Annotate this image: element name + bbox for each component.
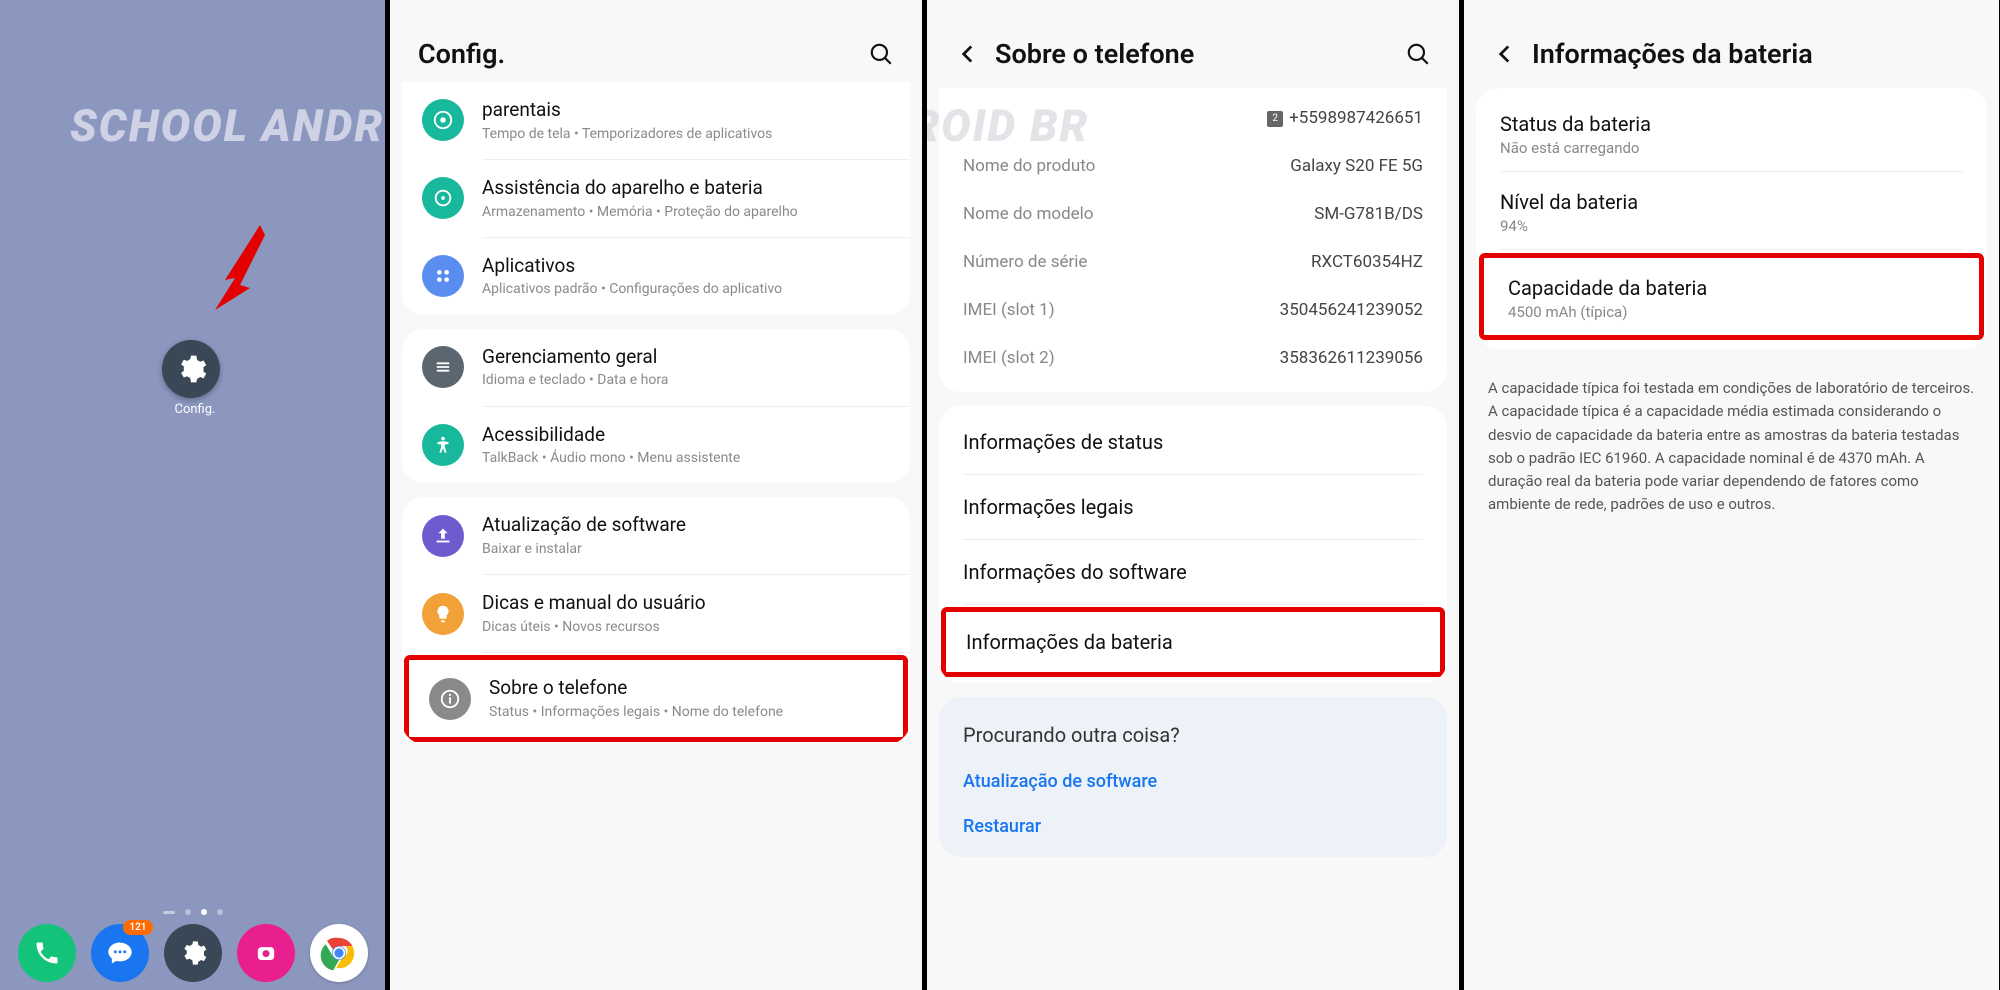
status-info-row[interactable]: Informações de status [939, 410, 1447, 474]
looking-for-heading: Procurando outra coisa? [939, 697, 1447, 759]
apps-icon [422, 255, 464, 297]
info-row[interactable]: Nome do produto Galaxy S20 FE 5G [939, 142, 1447, 190]
battery-info-row[interactable]: Informações da bateria [941, 607, 1445, 677]
page-indicator[interactable] [0, 909, 385, 915]
settings-dock-app[interactable] [164, 924, 222, 982]
page-title: Config. [418, 38, 868, 70]
settings-item-tips[interactable]: Dicas e manual do usuário Dicas úteis • N… [402, 575, 910, 652]
item-title: Gerenciamento geral [482, 345, 890, 370]
legal-info-row[interactable]: Informações legais [939, 475, 1447, 539]
info-label: IMEI (slot 2) [963, 348, 1055, 368]
chrome-app[interactable] [310, 924, 368, 982]
page-title: Sobre o telefone [995, 38, 1405, 70]
settings-item-parental[interactable]: parentais Tempo de tela • Temporizadores … [402, 82, 910, 159]
settings-app-icon[interactable] [162, 340, 220, 398]
camera-icon [252, 939, 280, 967]
device-care-icon [422, 177, 464, 219]
messages-app[interactable]: 121 [91, 924, 149, 982]
settings-header: Config. [390, 0, 922, 88]
general-icon [422, 346, 464, 388]
item-sub: Armazenamento • Memória • Proteção do ap… [482, 203, 890, 221]
settings-item-software-update[interactable]: Atualização de software Baixar e instalar [402, 497, 910, 574]
settings-item-about-phone[interactable]: Sobre o telefone Status • Informações leg… [404, 655, 908, 742]
item-sub: Não está carregando [1500, 139, 1963, 157]
info-label: Nome do produto [963, 156, 1095, 176]
gear-icon [179, 939, 207, 967]
item-sub: TalkBack • Áudio mono • Menu assistente [482, 449, 890, 467]
gear-icon [175, 353, 207, 385]
item-sub: Status • Informações legais • Nome do te… [489, 703, 883, 721]
info-label: IMEI (slot 1) [963, 300, 1055, 320]
search-icon[interactable] [868, 41, 894, 67]
item-title: Atualização de software [482, 513, 890, 538]
info-label: Número de série [963, 252, 1087, 272]
item-title: Sobre o telefone [489, 676, 883, 701]
battery-status-row[interactable]: Status da bateria Não está carregando [1476, 94, 1987, 171]
about-header: Sobre o telefone [927, 0, 1459, 88]
battery-description: A capacidade típica foi testada em condi… [1464, 363, 1999, 531]
item-sub: Tempo de tela • Temporizadores de aplica… [482, 125, 890, 143]
info-value: RXCT60354HZ [1311, 252, 1423, 272]
dock: 121 [0, 924, 385, 982]
item-title: Nível da bateria [1500, 190, 1963, 214]
chat-icon [106, 939, 134, 967]
item-sub: 4500 mAh (típica) [1508, 303, 1955, 321]
red-arrow [210, 220, 270, 315]
battery-info-screen: Informações da bateria Status da bateria… [1464, 0, 1999, 990]
parental-icon [422, 99, 464, 141]
item-title: Acessibilidade [482, 423, 890, 448]
phone-value: +5598987426651 [1289, 108, 1423, 128]
battery-header: Informações da bateria [1464, 0, 1999, 88]
phone-app[interactable] [18, 924, 76, 982]
link-software-update[interactable]: Atualização de software [939, 759, 1447, 804]
battery-capacity-row[interactable]: Capacidade da bateria 4500 mAh (típica) [1479, 253, 1984, 340]
info-row[interactable]: Número de série RXCT60354HZ [939, 238, 1447, 286]
item-sub: Idioma e teclado • Data e hora [482, 371, 890, 389]
phone-icon [33, 939, 61, 967]
home-screen: SCHOOL ANDROID BR Config. 121 [0, 0, 390, 990]
settings-item-accessibility[interactable]: AcessibilidadeTalkBack • Áudio mono • Me… [402, 407, 910, 484]
settings-item-general[interactable]: Gerenciamento geralIdioma e teclado • Da… [402, 329, 910, 406]
item-sub: Baixar e instalar [482, 540, 890, 558]
back-icon[interactable] [955, 41, 981, 67]
item-sub: Aplicativos padrão • Configurações do ap… [482, 280, 890, 298]
settings-item-device-care[interactable]: Assistência do aparelho e bateria Armazen… [402, 160, 910, 237]
page-title: Informações da bateria [1532, 38, 1971, 70]
info-row[interactable]: Nome do modelo SM-G781B/DS [939, 190, 1447, 238]
chrome-icon [319, 933, 359, 973]
settings-app-label: Config. [0, 402, 390, 417]
sim-icon: 2 [1267, 111, 1283, 127]
info-value: Galaxy S20 FE 5G [1290, 156, 1423, 176]
camera-app[interactable] [237, 924, 295, 982]
watermark-text: SCHOOL ANDROID BR [70, 100, 390, 152]
info-label: Nome do modelo [963, 204, 1094, 224]
info-value: 358362611239056 [1280, 348, 1423, 368]
item-title: Dicas e manual do usuário [482, 591, 890, 616]
messages-badge: 121 [123, 920, 152, 935]
back-icon[interactable] [1492, 41, 1518, 67]
accessibility-icon [422, 424, 464, 466]
software-info-row[interactable]: Informações do software [939, 540, 1447, 604]
item-title: Aplicativos [482, 254, 890, 279]
item-title: Capacidade da bateria [1508, 276, 1955, 300]
item-sub: Dicas úteis • Novos recursos [482, 618, 890, 636]
info-value: SM-G781B/DS [1314, 204, 1423, 224]
item-title: Status da bateria [1500, 112, 1963, 136]
about-icon [429, 678, 471, 720]
settings-screen: Config. parentais Tempo de tela • Tempori… [390, 0, 927, 990]
search-icon[interactable] [1405, 41, 1431, 67]
settings-item-apps[interactable]: AplicativosAplicativos padrão • Configur… [402, 238, 910, 315]
tips-icon [422, 593, 464, 635]
item-title: parentais [482, 98, 890, 123]
info-row[interactable]: IMEI (slot 1) 350456241239052 [939, 286, 1447, 334]
update-icon [422, 515, 464, 557]
link-restore[interactable]: Restaurar [939, 804, 1447, 857]
info-row[interactable]: IMEI (slot 2) 358362611239056 [939, 334, 1447, 382]
item-title: Assistência do aparelho e bateria [482, 176, 890, 201]
about-phone-screen: SCHOOL ANDROID BR Sobre o telefone 2+559… [927, 0, 1464, 990]
battery-level-row[interactable]: Nível da bateria 94% [1476, 172, 1987, 249]
info-value: 350456241239052 [1280, 300, 1423, 320]
phone-number-row[interactable]: 2 +5598987426651 [939, 94, 1447, 142]
item-sub: 94% [1500, 217, 1963, 235]
